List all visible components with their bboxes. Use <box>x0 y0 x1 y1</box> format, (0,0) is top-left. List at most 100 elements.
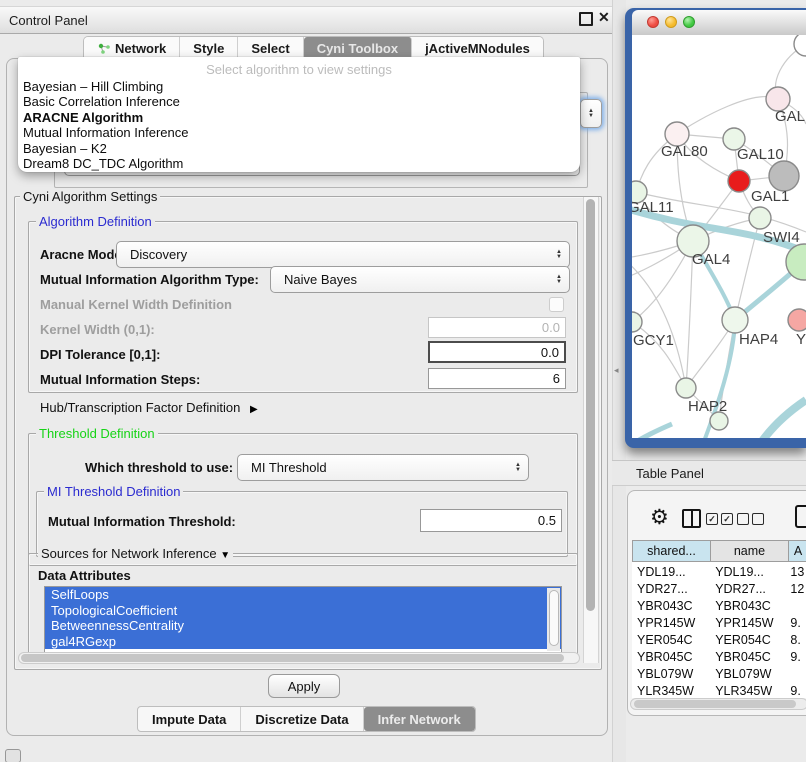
mi-threshold-definition-title: MI Threshold Definition <box>44 484 183 499</box>
list-item-topologicalcoefficient[interactable]: TopologicalCoefficient <box>45 603 561 619</box>
unchecked-checkbox-icon[interactable] <box>737 513 749 525</box>
attributes-list-scrollbar-thumb[interactable] <box>549 590 559 646</box>
node-label-gcy1: GCY1 <box>633 332 674 349</box>
manual-kernel-width-checkbox[interactable] <box>549 297 564 312</box>
document-icon[interactable] <box>795 505 806 528</box>
table-horizontal-scrollbar[interactable] <box>630 698 806 710</box>
manual-kernel-width-label: Manual Kernel Width Definition <box>40 297 232 312</box>
node-label-swi4: SWI4 <box>763 229 800 246</box>
table-row[interactable]: YBR045CYBR045C9. <box>632 649 806 666</box>
dpi-tolerance-label: DPI Tolerance [0,1]: <box>40 347 160 362</box>
settings-vertical-scrollbar[interactable] <box>583 197 599 663</box>
tab-infer-network[interactable]: Infer Network <box>364 707 475 731</box>
table-panel-header: Table Panel <box>612 460 806 486</box>
data-attributes-label: Data Attributes <box>38 568 131 583</box>
hub-section-toggle[interactable]: Hub/Transcription Factor Definition ▶ <box>40 400 258 415</box>
dropdown-item-aracne[interactable]: ARACNE Algorithm <box>18 110 580 125</box>
tab-impute-data[interactable]: Impute Data <box>138 707 241 731</box>
threshold-definition-title: Threshold Definition <box>36 426 158 441</box>
algorithm-combobox-fragment[interactable]: ▲▼ <box>580 99 602 128</box>
list-item-betweennesscentrality[interactable]: BetweennessCentrality <box>45 618 561 634</box>
dropdown-item-bayesian-hill-climbing[interactable]: Bayesian – Hill Climbing <box>18 79 580 94</box>
table-row[interactable]: YBL079WYBL079W <box>632 666 806 683</box>
split-pane-divider[interactable] <box>612 0 626 762</box>
list-item-selfloops[interactable]: SelfLoops <box>45 587 561 603</box>
node-partial-top[interactable] <box>794 35 806 56</box>
columns-icon[interactable] <box>682 509 701 528</box>
node-label-gal10: GAL10 <box>737 146 784 163</box>
node-hap4[interactable] <box>722 307 748 333</box>
table-row[interactable]: YER054CYER054C8. <box>632 632 806 649</box>
unchecked-checkbox-icon[interactable] <box>752 513 764 525</box>
column-header-name[interactable]: name <box>710 540 789 562</box>
mi-algorithm-type-combobox[interactable]: Naive Bayes ▲▼ <box>270 266 570 293</box>
minimize-traffic-light-icon[interactable] <box>665 16 677 28</box>
checked-checkbox-icon[interactable]: ✓ <box>721 513 733 525</box>
table-row[interactable]: YBR043CYBR043C <box>632 598 806 615</box>
node-hap2[interactable] <box>676 378 696 398</box>
collapse-down-arrow-icon: ▼ <box>220 550 230 561</box>
network-icon <box>97 42 111 55</box>
aracne-mode-label: Aracne Mode: <box>40 247 126 262</box>
kernel-width-label: Kernel Width (0,1): <box>40 322 155 337</box>
float-window-icon[interactable] <box>579 12 593 26</box>
combo-arrows-icon: ▲▼ <box>588 109 594 119</box>
list-item-gal4rgexp[interactable]: gal4RGexp <box>45 634 561 650</box>
data-attributes-list[interactable]: SelfLoops TopologicalCoefficient Between… <box>44 586 562 653</box>
column-header-partial[interactable]: A <box>788 540 806 562</box>
dropdown-item-basic-correlation[interactable]: Basic Correlation Inference <box>18 94 580 109</box>
dropdown-item-bayesian-k2[interactable]: Bayesian – K2 <box>18 141 580 156</box>
kernel-width-field[interactable]: 0.0 <box>428 317 566 338</box>
table-panel-title: Table Panel <box>636 466 704 481</box>
node-gal1[interactable] <box>728 170 750 192</box>
table-row[interactable]: YLR345WYLR345W9. <box>632 683 806 698</box>
dpi-tolerance-field[interactable]: 0.0 <box>428 341 566 363</box>
tab-discretize-data[interactable]: Discretize Data <box>241 707 363 731</box>
expand-right-arrow-icon: ▶ <box>250 404 258 415</box>
checked-checkbox-icon[interactable]: ✓ <box>706 513 718 525</box>
network-window-titlebar[interactable] <box>632 10 806 36</box>
mi-steps-label: Mutual Information Steps: <box>40 372 200 387</box>
sources-title-label: Sources for Network Inference <box>41 546 217 561</box>
combo-arrows-icon: ▲▼ <box>556 250 562 260</box>
node-label-gal4: GAL4 <box>692 251 730 268</box>
table-row[interactable]: YPR145WYPR145W9. <box>632 615 806 632</box>
algorithm-definition-title: Algorithm Definition <box>36 214 155 229</box>
dropdown-prompt: Select algorithm to view settings <box>18 62 580 79</box>
node-gray[interactable] <box>769 161 799 191</box>
node-label-gal11: GAL11 <box>632 199 674 216</box>
node-label-hap4: HAP4 <box>739 331 778 348</box>
gear-icon[interactable]: ⚙ <box>650 505 669 530</box>
zoom-traffic-light-icon[interactable] <box>683 16 695 28</box>
table-horizontal-scrollbar-thumb[interactable] <box>634 700 796 708</box>
node-swi4[interactable] <box>749 207 771 229</box>
dropdown-item-dream8[interactable]: Dream8 DC_TDC Algorithm <box>18 156 580 171</box>
mi-steps-field[interactable]: 6 <box>428 368 566 389</box>
tab-network-label: Network <box>115 41 166 56</box>
split-collapse-arrow-icon[interactable]: ◂ <box>614 365 619 376</box>
dropdown-item-mutual-information[interactable]: Mutual Information Inference <box>18 125 580 140</box>
close-traffic-light-icon[interactable] <box>647 16 659 28</box>
settings-horizontal-scrollbar-thumb[interactable] <box>21 654 564 662</box>
attributes-list-scrollbar[interactable] <box>547 588 560 651</box>
table-row[interactable]: YDL19...YDL19...13 <box>632 564 806 581</box>
combo-arrows-icon: ▲▼ <box>556 275 562 285</box>
which-threshold-combobox[interactable]: MI Threshold ▲▼ <box>237 454 529 481</box>
settings-vertical-scrollbar-thumb[interactable] <box>586 199 595 611</box>
table-row[interactable]: YDR27...YDR27...12 <box>632 581 806 598</box>
node-label-y: Y <box>796 331 806 348</box>
node-label-gal80: GAL80 <box>661 143 708 160</box>
aracne-mode-combobox[interactable]: Discovery ▲▼ <box>116 241 570 268</box>
node-y-partial[interactable] <box>788 309 806 331</box>
settings-horizontal-scrollbar[interactable] <box>18 652 580 664</box>
control-panel-titlebar: Control Panel <box>0 6 612 34</box>
node-attribute-table: shared... name A YDL19...YDL19...13 YDR2… <box>632 540 806 698</box>
network-canvas[interactable]: GAL GAL80 GAL10 GAL1 GAL11 SWI4 GAL4 GCY… <box>632 35 806 438</box>
sources-group-title[interactable]: Sources for Network Inference ▼ <box>38 546 233 561</box>
minimized-panel-icon[interactable] <box>5 749 21 762</box>
close-icon[interactable]: ✕ <box>598 9 610 26</box>
mi-threshold-label: Mutual Information Threshold: <box>48 514 236 529</box>
column-header-shared-name[interactable]: shared... <box>632 540 711 562</box>
mi-threshold-field[interactable]: 0.5 <box>420 509 562 532</box>
apply-button[interactable]: Apply <box>268 674 340 698</box>
